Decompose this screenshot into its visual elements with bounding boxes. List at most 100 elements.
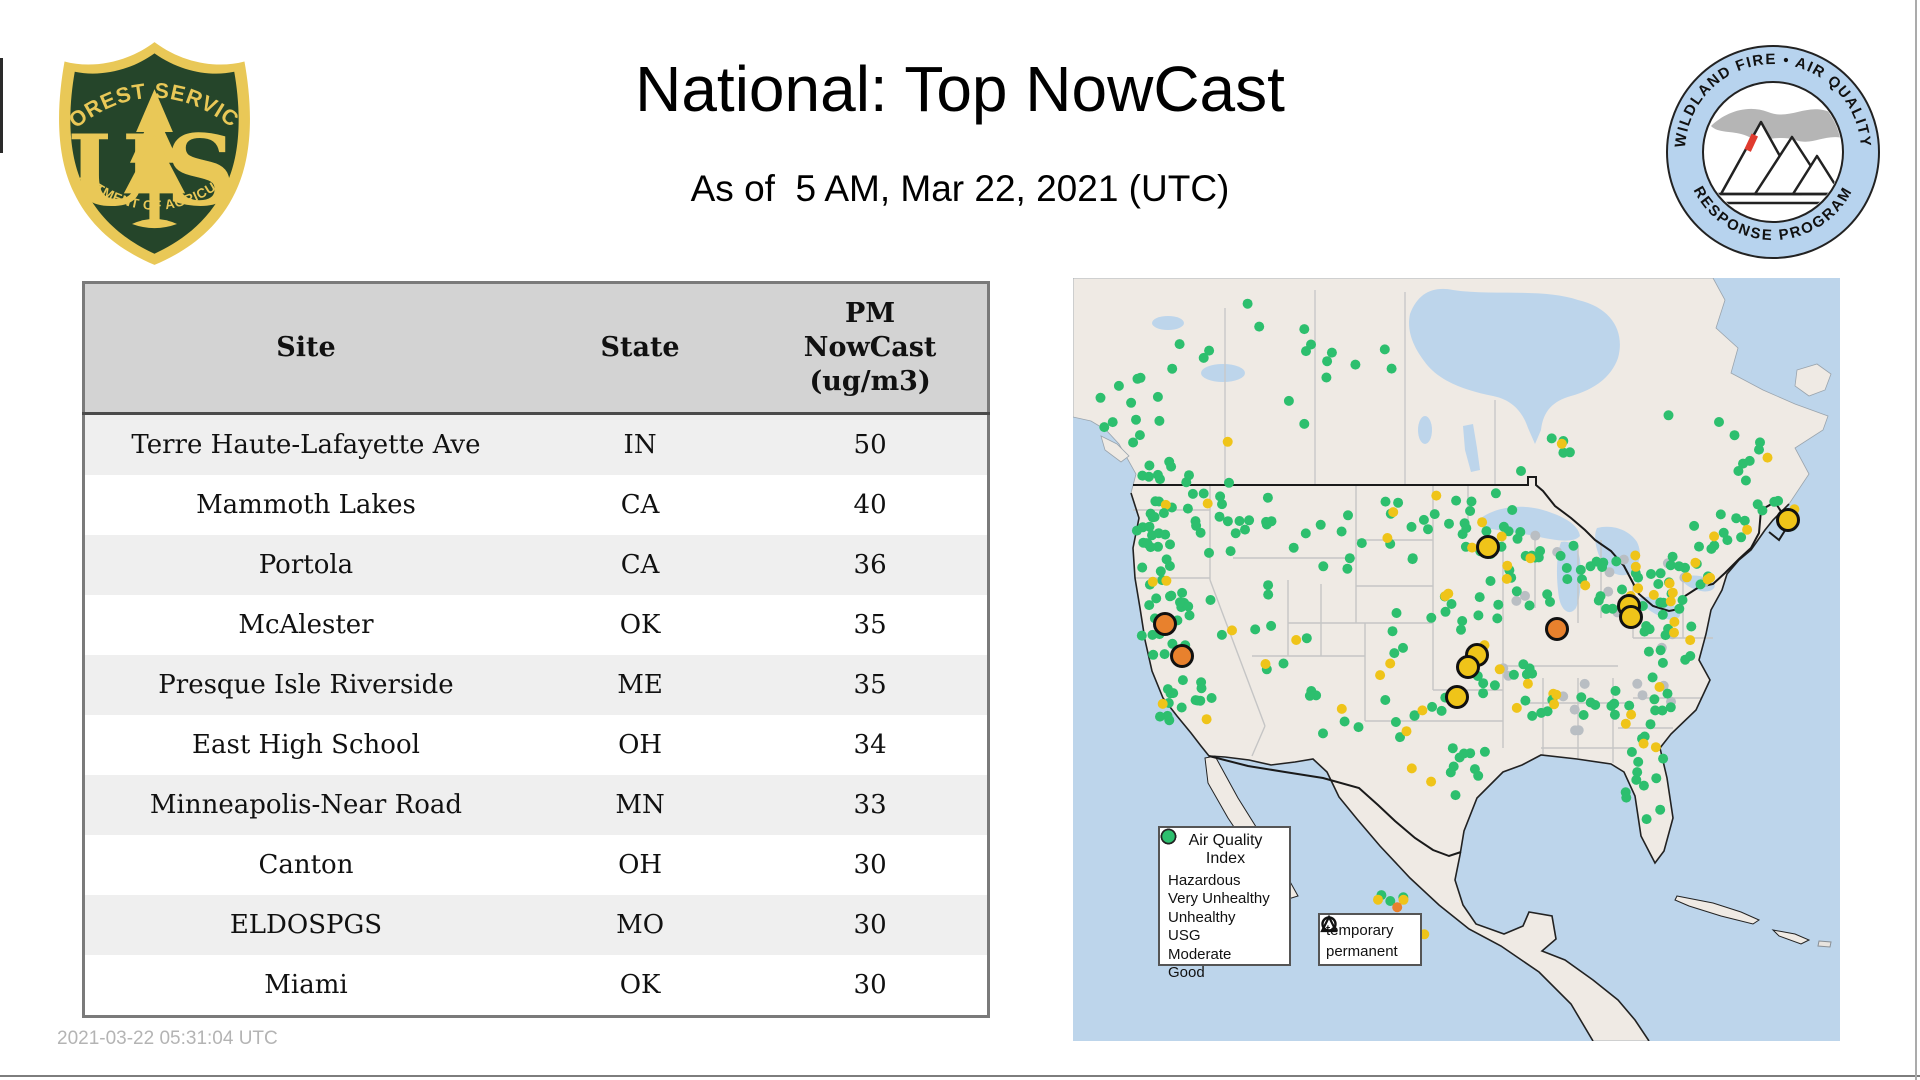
station-dot [1206,693,1217,703]
page-title: National: Top NowCast [635,53,1285,125]
station-dot [1350,359,1361,370]
station-dot [1681,572,1692,583]
station-dot [1175,597,1185,608]
station-dot [1518,659,1529,670]
legend-item-very-unhealthy: Very Unhealthy [1160,828,1283,909]
station-dot [1390,717,1401,727]
station-dot [1107,417,1118,428]
table-row: Canton OH 30 [83,835,989,895]
station-dot [1095,392,1106,403]
station-dot [1343,510,1353,521]
station-dot [1647,672,1658,683]
station-dot [1580,580,1591,591]
legend-label: Moderate [1168,945,1232,963]
station-dot [1242,298,1253,309]
station-dot [1669,616,1680,627]
table-row: Terre Haute-Lafayette Ave IN 50 [83,413,989,475]
station-dot [1620,718,1631,729]
station-dot [1626,709,1637,720]
forest-service-shield-icon: FOREST SERVICE DEPARTMENT OF AGRICULTURE… [45,19,250,265]
station-dot [1651,773,1662,784]
station-dot [1426,612,1437,623]
station-dot [1176,702,1187,713]
legend-item-usg: USG [1160,828,1283,946]
station-dot [1177,675,1188,686]
station-dot [1650,742,1661,753]
legend-item-unhealthy: Unhealthy [1160,828,1283,927]
station-dot [1222,516,1233,527]
station-dot [1663,410,1674,421]
station-dot [1525,553,1536,564]
station-dot [1266,516,1277,527]
station-dot [1546,433,1557,444]
site-cell: Minneapolis-Near Road [83,775,527,835]
station-dot [1160,529,1171,540]
station-dot [1477,517,1488,528]
station-dot [1278,658,1289,669]
legend-label: Very Unhealthy [1168,890,1270,908]
station-dot [1715,509,1726,520]
station-dot [1562,574,1573,585]
station-dot [1184,610,1195,621]
state-cell: CA [526,475,754,535]
station-dot [1542,589,1553,600]
station-dot [1474,592,1485,603]
station-dot [1685,651,1696,661]
station-dot [1388,507,1399,518]
station-dot [1649,694,1660,705]
station-dot [1161,575,1172,586]
permanent-triangle-icon [1320,915,1338,933]
station-dot [1705,572,1716,583]
top-nowcast-table: Site State PM NowCast (ug/m3) Terre Haut… [82,281,990,1018]
station-dot [1551,689,1562,700]
station-dot [1375,670,1386,681]
station-dot [1607,603,1618,614]
station-dot [1610,685,1621,696]
station-dot [1457,616,1468,626]
station-dot [1318,728,1328,739]
station-dot [1609,709,1620,720]
station-dot [1706,543,1717,554]
value-cell: 35 [753,655,989,715]
site-cell: McAlester [83,595,527,655]
station-dot [1157,698,1168,709]
site-marker [1170,644,1194,668]
site-marker [1456,655,1480,679]
station-dot [1128,437,1139,448]
station-dot [1165,539,1175,550]
site-cell: East High School [83,715,527,775]
station-dot [1645,719,1656,730]
station-dot [1479,746,1490,757]
site-marker [1476,535,1500,559]
station-dot [1322,356,1333,367]
site-cell: Miami [83,955,527,1017]
station-dot [1690,557,1701,568]
station-dot [1234,516,1245,526]
site-cell: Mammoth Lakes [83,475,527,535]
page-subtitle: As of 5 AM, Mar 22, 2021 (UTC) [690,168,1230,209]
station-dot [1250,624,1261,635]
station-dot [1344,553,1355,564]
station-dot [1530,530,1541,541]
station-dot [1159,649,1170,660]
station-dot [1644,624,1655,635]
station-dot [1739,515,1750,526]
station-dot [1494,664,1505,675]
station-dot [1191,520,1202,531]
site-marker [1445,685,1469,709]
station-dot [1744,455,1755,466]
station-dot [1152,391,1163,402]
station-dot [1198,352,1209,363]
station-dot [1300,528,1311,539]
station-dot [1131,414,1141,425]
station-dot [1473,770,1484,781]
station-dot [1507,505,1518,515]
station-dot [1262,492,1273,503]
station-dot [1524,600,1535,611]
station-dot [1579,678,1590,689]
legend-item-hazardous: Hazardous [1160,828,1283,890]
station-dot [1496,531,1507,542]
wfaqrp-badge-icon: WILDLAND FIRE • AIR QUALITY RESPONSE PRO… [1666,45,1880,259]
value-cell: 30 [753,895,989,955]
table-row: Mammoth Lakes CA 40 [83,475,989,535]
